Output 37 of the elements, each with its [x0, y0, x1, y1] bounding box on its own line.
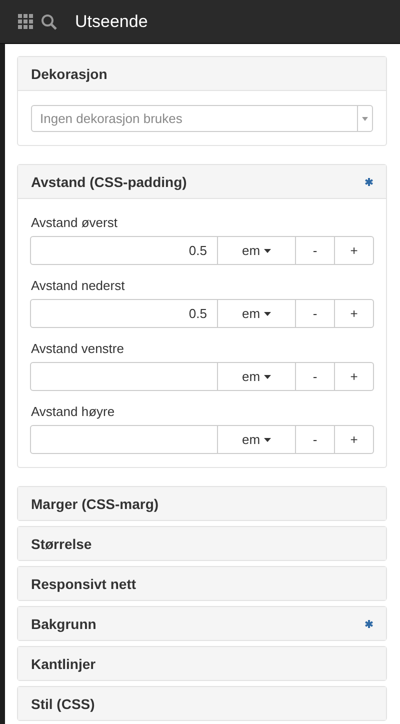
increase-button[interactable]: +	[335, 236, 374, 265]
section-header[interactable]: Responsivt nett	[18, 567, 386, 600]
unit-dropdown[interactable]: em	[218, 236, 296, 265]
caret-icon	[264, 374, 272, 378]
caret-icon	[264, 438, 272, 442]
padding-input[interactable]: 0.5	[30, 299, 218, 328]
decoration-select[interactable]: Ingen dekorasjon brukes	[31, 105, 373, 132]
decrease-button[interactable]: -	[296, 425, 335, 454]
caret-icon	[362, 116, 368, 120]
section-header[interactable]: Avstand (CSS-padding)	[18, 165, 386, 199]
decrease-button[interactable]: -	[296, 362, 335, 391]
decrease-button[interactable]: -	[296, 299, 335, 328]
increase-button[interactable]: +	[335, 425, 374, 454]
padding-input[interactable]	[30, 425, 218, 454]
caret-icon	[264, 312, 272, 316]
field-label: Avstand høyre	[31, 404, 116, 419]
section-header[interactable]: Stil (CSS)	[18, 687, 386, 720]
section-header[interactable]: Størrelse	[18, 527, 386, 560]
section-header[interactable]: Bakgrunn	[18, 607, 386, 640]
increase-button[interactable]: +	[335, 299, 374, 328]
grid-icon[interactable]	[18, 14, 33, 29]
increase-button[interactable]: +	[335, 362, 374, 391]
section-header[interactable]: Kantlinjer	[18, 647, 386, 680]
field-label: Avstand øverst	[31, 215, 118, 230]
unit-dropdown[interactable]: em	[218, 299, 296, 328]
page-title: Utseende	[75, 12, 148, 32]
section-header[interactable]: Dekorasjon	[18, 57, 386, 91]
unit-dropdown[interactable]: em	[218, 425, 296, 454]
padding-input[interactable]: 0.5	[30, 236, 218, 265]
field-label: Avstand nederst	[31, 278, 126, 293]
caret-icon	[264, 248, 272, 252]
section-header[interactable]: Marger (CSS-marg)	[18, 487, 386, 520]
unit-dropdown[interactable]: em	[218, 362, 296, 391]
search-icon[interactable]	[41, 14, 57, 30]
padding-input[interactable]	[30, 362, 218, 391]
field-label: Avstand venstre	[31, 341, 125, 356]
decrease-button[interactable]: -	[296, 236, 335, 265]
